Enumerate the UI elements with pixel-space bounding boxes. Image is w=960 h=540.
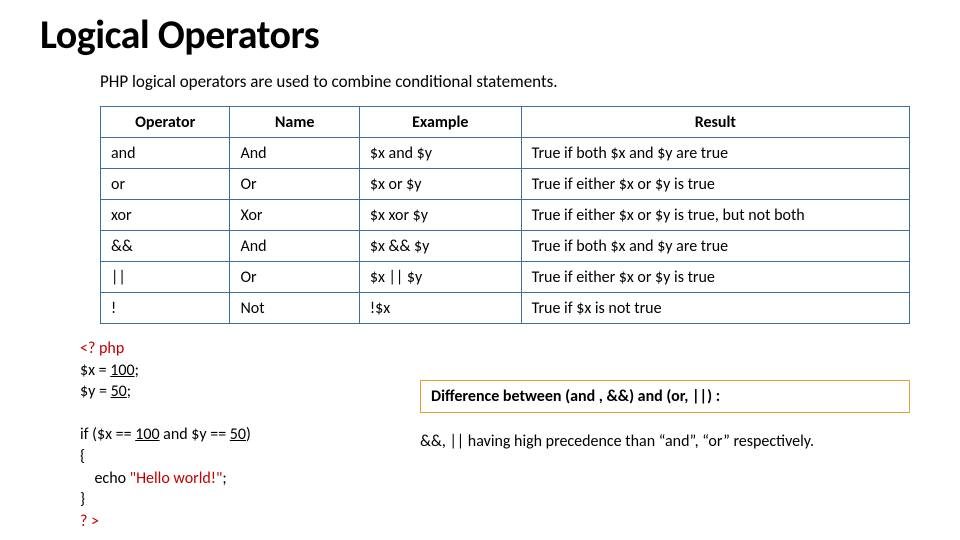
lower-section: <? php $x = 100; $y = 50; if ($x == 100 …: [40, 338, 920, 532]
col-name: Name: [230, 107, 359, 138]
cell-operator: or: [101, 169, 230, 200]
table-row: || Or $x || $y True if either $x or $y i…: [101, 262, 910, 293]
cell-example: $x or $y: [359, 169, 521, 200]
table-header-row: Operator Name Example Result: [101, 107, 910, 138]
cell-operator: !: [101, 293, 230, 324]
code-line: <? php: [80, 339, 124, 358]
table-row: and And $x and $y True if both $x and $y…: [101, 138, 910, 169]
operators-table: Operator Name Example Result and And $x …: [100, 106, 910, 324]
code-example: <? php $x = 100; $y = 50; if ($x == 100 …: [80, 338, 400, 532]
cell-operator: &&: [101, 231, 230, 262]
code-line: $y = 50;: [80, 382, 131, 401]
cell-name: Not: [230, 293, 359, 324]
cell-result: True if $x is not true: [521, 293, 909, 324]
cell-example: $x && $y: [359, 231, 521, 262]
cell-name: Or: [230, 169, 359, 200]
code-line: }: [80, 490, 85, 509]
table-row: or Or $x or $y True if either $x or $y i…: [101, 169, 910, 200]
cell-result: True if either $x or $y is true: [521, 262, 909, 293]
cell-name: And: [230, 231, 359, 262]
cell-example: $x || $y: [359, 262, 521, 293]
cell-name: And: [230, 138, 359, 169]
cell-result: True if either $x or $y is true: [521, 169, 909, 200]
cell-result: True if both $x and $y are true: [521, 138, 909, 169]
page-title: Logical Operators: [40, 10, 920, 59]
notes-column: Difference between (and , &&) and (or, |…: [420, 380, 910, 453]
cell-example: $x xor $y: [359, 200, 521, 231]
code-line: {: [80, 447, 85, 466]
code-line: if ($x == 100 and $y == 50): [80, 425, 251, 444]
code-line: echo "Hello world!";: [80, 469, 230, 488]
cell-result: True if both $x and $y are true: [521, 231, 909, 262]
cell-operator: xor: [101, 200, 230, 231]
cell-name: Or: [230, 262, 359, 293]
cell-example: !$x: [359, 293, 521, 324]
difference-box: Difference between (and , &&) and (or, |…: [420, 380, 910, 413]
cell-name: Xor: [230, 200, 359, 231]
col-example: Example: [359, 107, 521, 138]
col-operator: Operator: [101, 107, 230, 138]
table-row: xor Xor $x xor $y True if either $x or $…: [101, 200, 910, 231]
operators-table-wrap: Operator Name Example Result and And $x …: [100, 106, 910, 324]
col-result: Result: [521, 107, 909, 138]
table-row: ! Not !$x True if $x is not true: [101, 293, 910, 324]
slide: Logical Operators PHP logical operators …: [0, 0, 960, 540]
intro-text: PHP logical operators are used to combin…: [100, 71, 920, 92]
table-row: && And $x && $y True if both $x and $y a…: [101, 231, 910, 262]
cell-example: $x and $y: [359, 138, 521, 169]
precedence-note: &&, || having high precedence than “and”…: [420, 431, 910, 453]
code-line: ? >: [80, 512, 99, 531]
cell-result: True if either $x or $y is true, but not…: [521, 200, 909, 231]
cell-operator: ||: [101, 262, 230, 293]
code-line: $x = 100;: [80, 361, 139, 380]
cell-operator: and: [101, 138, 230, 169]
